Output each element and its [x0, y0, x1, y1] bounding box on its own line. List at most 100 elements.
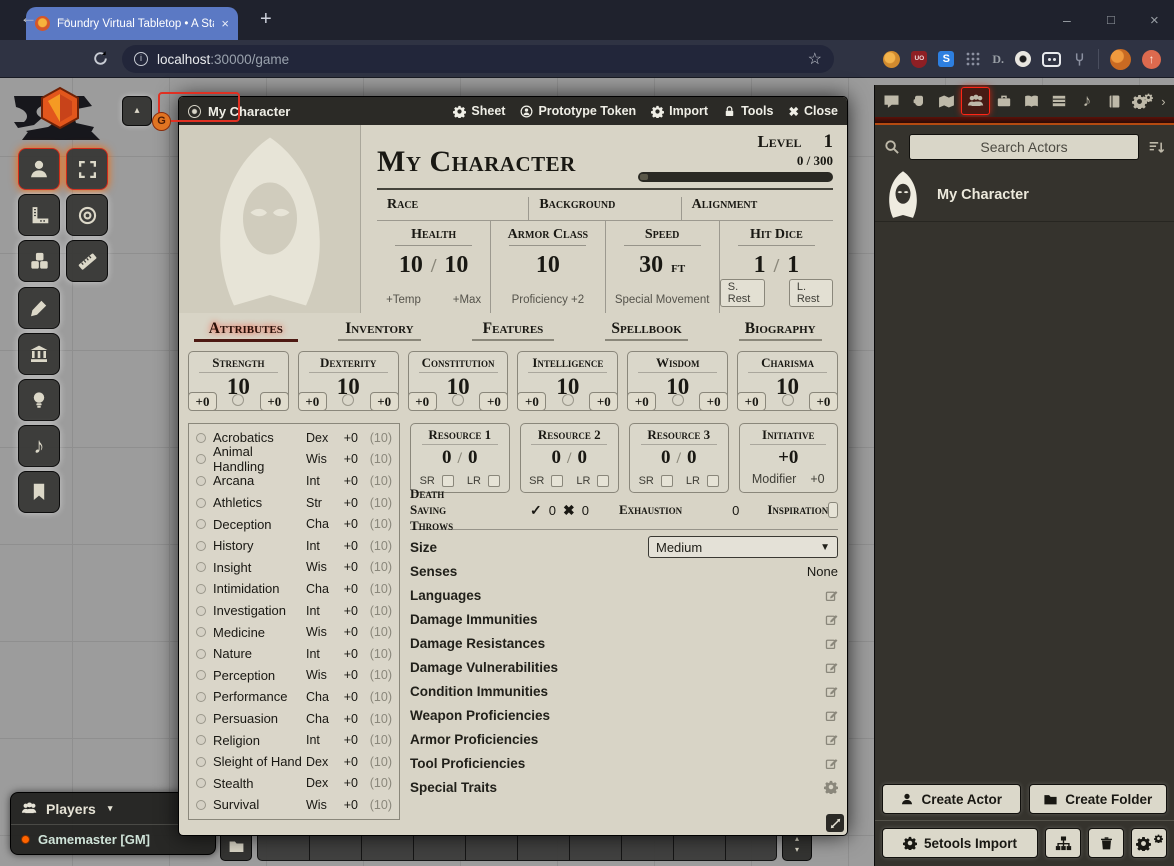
proficiency-toggle[interactable]: [196, 519, 206, 529]
hd-current[interactable]: 1: [754, 252, 766, 279]
sidebar-more-chevron[interactable]: ›: [1156, 87, 1171, 115]
proficiency-toggle[interactable]: [196, 498, 206, 508]
proficiency-circle[interactable]: [562, 394, 574, 406]
lighting-tool-button[interactable]: [18, 379, 60, 421]
sr-checkbox[interactable]: [661, 475, 673, 487]
proficiency-toggle[interactable]: [196, 692, 206, 702]
proficiency-toggle[interactable]: [196, 562, 206, 572]
initiative-modifier[interactable]: +0: [810, 472, 824, 486]
tab-items[interactable]: [990, 87, 1018, 115]
proficiency-toggle[interactable]: [196, 778, 206, 788]
skill-row[interactable]: SurvivalWis+0(10): [189, 794, 399, 816]
prototype-token-button[interactable]: Prototype Token: [520, 104, 636, 119]
skill-row[interactable]: AthleticsStr+0(10): [189, 492, 399, 514]
tab-compendium[interactable]: [1101, 87, 1129, 115]
sounds-tool-button[interactable]: ♪: [18, 425, 60, 467]
character-name[interactable]: My Character: [377, 129, 576, 186]
resource-3[interactable]: Resource 3 0/0 SRLR: [629, 423, 729, 493]
check-mod[interactable]: +0: [699, 392, 728, 411]
tab-tables[interactable]: [1046, 87, 1074, 115]
url-bar[interactable]: i localhost:30000/game ☆: [122, 45, 834, 73]
stylus-extension-icon[interactable]: S: [938, 51, 954, 67]
proficiency-toggle[interactable]: [196, 541, 206, 551]
edit-icon[interactable]: [825, 661, 838, 674]
save-mod[interactable]: +0: [408, 392, 437, 411]
5etools-import-button[interactable]: 5etools Import: [882, 828, 1038, 858]
settings-button[interactable]: [1131, 828, 1167, 858]
skill-row[interactable]: DeceptionCha+0(10): [189, 513, 399, 535]
token-tool-button[interactable]: [18, 148, 60, 190]
initiative-box[interactable]: Initiative +0 Modifier+0: [739, 423, 839, 493]
check-mod[interactable]: +0: [370, 392, 399, 411]
tiles-tool-button[interactable]: [18, 240, 60, 282]
tab-features[interactable]: Features: [446, 320, 580, 341]
death-fail-icon[interactable]: ✖: [563, 502, 575, 519]
check-mod[interactable]: +0: [589, 392, 618, 411]
resource-1[interactable]: Resource 1 0/0 SRLR: [410, 423, 510, 493]
reload-icon[interactable]: [92, 50, 109, 67]
skill-row[interactable]: ReligionInt+0(10): [189, 729, 399, 751]
ac-value[interactable]: 10: [536, 252, 560, 279]
proficiency-circle[interactable]: [672, 394, 684, 406]
tab-actors[interactable]: [961, 87, 991, 115]
folder-tree-button[interactable]: [1045, 828, 1081, 858]
sr-checkbox[interactable]: [551, 475, 563, 487]
proficiency-circle[interactable]: [782, 394, 794, 406]
tab-attributes[interactable]: Attributes: [179, 320, 313, 342]
ublock-extension-icon[interactable]: UO: [911, 51, 927, 68]
skill-row[interactable]: PersuasionCha+0(10): [189, 708, 399, 730]
skill-row[interactable]: Sleight of HandDex+0(10): [189, 751, 399, 773]
tab-scenes[interactable]: [933, 87, 961, 115]
tab-inventory[interactable]: Inventory: [313, 320, 447, 341]
skill-row[interactable]: ArcanaInt+0(10): [189, 470, 399, 492]
save-mod[interactable]: +0: [517, 392, 546, 411]
actor-list-item[interactable]: My Character: [875, 168, 1174, 222]
edit-icon[interactable]: [825, 637, 838, 650]
profile-avatar[interactable]: [1110, 49, 1131, 70]
delete-button[interactable]: [1088, 828, 1124, 858]
race-field[interactable]: Race: [377, 197, 528, 220]
proficiency-toggle[interactable]: [196, 476, 206, 486]
notes-tool-button[interactable]: [18, 471, 60, 513]
cookie-extension-icon[interactable]: [883, 51, 900, 68]
actor-name[interactable]: My Character: [937, 187, 1029, 203]
skill-row[interactable]: PerformanceCha+0(10): [189, 686, 399, 708]
window-minimize-icon[interactable]: –: [1063, 12, 1071, 28]
skill-row[interactable]: InvestigationInt+0(10): [189, 600, 399, 622]
create-folder-button[interactable]: Create Folder: [1029, 784, 1168, 814]
inspiration-checkbox[interactable]: [828, 502, 838, 518]
proficiency-toggle[interactable]: [196, 757, 206, 767]
hp-temp-label[interactable]: +Temp: [386, 294, 421, 306]
skill-row[interactable]: PerceptionWis+0(10): [189, 665, 399, 687]
new-tab-button[interactable]: +: [260, 8, 272, 31]
create-actor-button[interactable]: Create Actor: [882, 784, 1021, 814]
character-portrait[interactable]: [179, 125, 361, 313]
window-resize-handle[interactable]: [826, 814, 844, 832]
skill-row[interactable]: NatureInt+0(10): [189, 643, 399, 665]
ability-intelligence[interactable]: Intelligence10+0+0: [517, 351, 618, 411]
death-success-icon[interactable]: ✓: [530, 502, 542, 519]
walls-tool-button[interactable]: [18, 333, 60, 375]
proficiency-toggle[interactable]: [196, 800, 206, 810]
save-mod[interactable]: +0: [627, 392, 656, 411]
exhaustion-value[interactable]: 0: [732, 503, 739, 518]
sheet-config-button[interactable]: Sheet: [453, 104, 505, 119]
window-close-icon[interactable]: ×: [1150, 12, 1159, 29]
target-tool-button[interactable]: [66, 194, 108, 236]
update-icon[interactable]: ↑: [1142, 50, 1161, 69]
fork-extension-icon[interactable]: [1072, 52, 1087, 67]
tab-chat[interactable]: [878, 87, 906, 115]
long-rest-button[interactable]: L. Rest: [789, 279, 833, 307]
tab-biography[interactable]: Biography: [713, 320, 847, 341]
tab-close-icon[interactable]: ×: [221, 16, 229, 31]
save-mod[interactable]: +0: [737, 392, 766, 411]
death-fail-count[interactable]: 0: [582, 503, 589, 518]
edit-icon[interactable]: [825, 709, 838, 722]
gear-icon[interactable]: [824, 780, 838, 794]
site-info-icon[interactable]: i: [134, 52, 148, 66]
measure-tool-button[interactable]: [18, 194, 60, 236]
alignment-field[interactable]: Alignment: [681, 197, 833, 220]
ruler-tool-button[interactable]: [66, 240, 108, 282]
check-mod[interactable]: +0: [479, 392, 508, 411]
close-window-button[interactable]: ✖Close: [788, 104, 838, 119]
